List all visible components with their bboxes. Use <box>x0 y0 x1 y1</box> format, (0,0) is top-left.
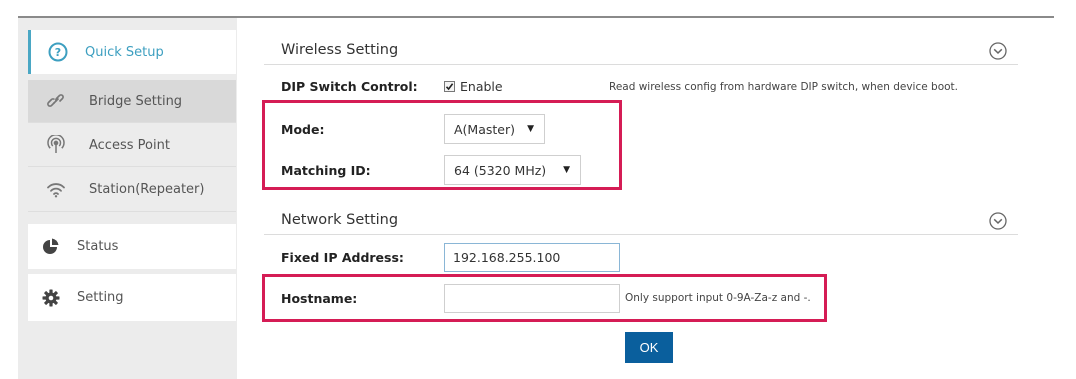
sidebar: ? Quick Setup Bridge Setting Access Poin… <box>18 18 237 379</box>
svg-text:?: ? <box>55 46 61 59</box>
sidebar-item-station-repeater[interactable]: Station(Repeater) <box>28 168 236 212</box>
dip-enable-checkbox[interactable] <box>444 81 455 92</box>
question-circle-icon: ? <box>47 41 69 63</box>
sidebar-item-status[interactable]: Status <box>28 224 236 269</box>
dip-switch-hint: Read wireless config from hardware DIP s… <box>609 81 958 93</box>
ok-button[interactable]: OK <box>625 332 673 363</box>
sidebar-item-label: Bridge Setting <box>89 93 183 109</box>
sidebar-item-access-point[interactable]: Access Point <box>28 124 236 167</box>
section-divider <box>264 234 1018 235</box>
gear-icon <box>40 287 62 309</box>
fixed-ip-input[interactable]: 192.168.255.100 <box>444 243 620 272</box>
dip-switch-label: DIP Switch Control: <box>281 79 418 94</box>
fixed-ip-label: Fixed IP Address: <box>281 250 404 265</box>
chevron-down-circle-icon[interactable] <box>989 212 1007 230</box>
fixed-ip-value: 192.168.255.100 <box>453 250 561 265</box>
sidebar-item-label: Access Point <box>89 137 170 153</box>
wifi-icon <box>45 179 67 201</box>
pie-chart-icon <box>40 236 62 258</box>
chevron-down-circle-icon[interactable] <box>989 42 1007 60</box>
network-section-title: Network Setting <box>281 212 399 228</box>
sidebar-item-setting[interactable]: Setting <box>28 274 236 321</box>
sidebar-item-label: Station(Repeater) <box>89 182 205 197</box>
broadcast-icon <box>45 134 67 156</box>
highlight-box-wireless <box>262 100 622 190</box>
wireless-section-title: Wireless Setting <box>281 42 399 58</box>
sidebar-item-label: Setting <box>77 290 124 305</box>
checkmark-icon <box>445 83 454 91</box>
section-divider <box>264 64 1018 65</box>
highlight-box-hostname <box>262 274 827 322</box>
sidebar-item-quick-setup[interactable]: ? Quick Setup <box>28 30 236 74</box>
dip-enable-label[interactable]: Enable <box>460 79 503 94</box>
sidebar-item-label: Status <box>77 239 119 254</box>
link-icon <box>45 90 67 112</box>
sidebar-item-bridge-setting[interactable]: Bridge Setting <box>28 80 236 123</box>
sidebar-item-label: Quick Setup <box>85 44 164 60</box>
